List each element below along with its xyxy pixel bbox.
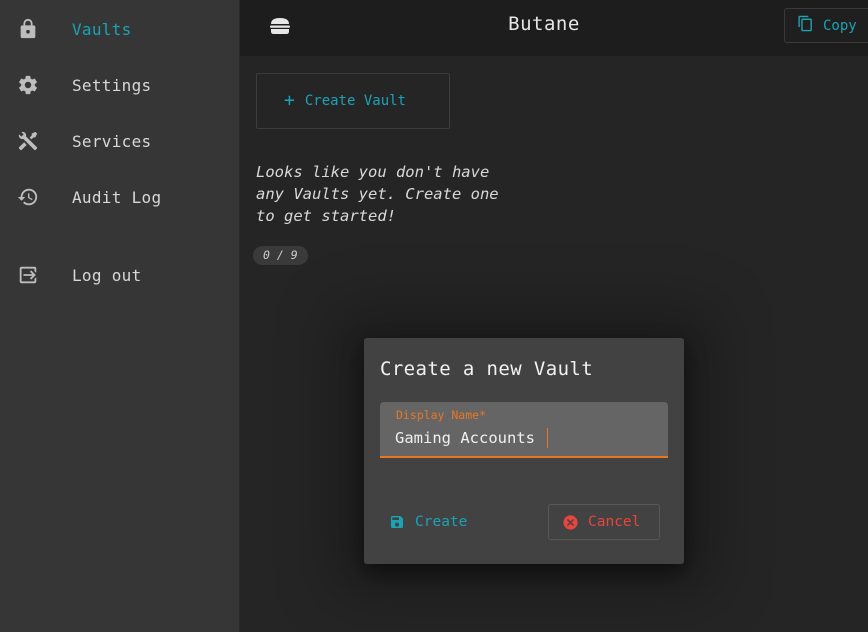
history-icon	[16, 185, 40, 209]
sidebar-item-label: Log out	[72, 265, 142, 285]
empty-state-message: Looks like you don't have any Vaults yet…	[256, 163, 499, 225]
sidebar-item-label: Settings	[72, 75, 152, 95]
lock-icon	[16, 17, 40, 41]
copy-label: Copy	[823, 17, 857, 34]
sidebar-item-vaults[interactable]: Vaults	[0, 1, 239, 57]
tools-icon	[16, 129, 40, 153]
sidebar-item-settings[interactable]: Settings	[0, 57, 239, 113]
vault-count-badge: 0 / 9	[253, 246, 308, 265]
display-name-input[interactable]	[395, 426, 655, 450]
close-circle-icon	[561, 513, 579, 531]
sidebar-item-label: Vaults	[72, 19, 132, 39]
sidebar-item-log-out[interactable]: Log out	[0, 247, 239, 303]
create-vault-label: Create Vault	[304, 93, 406, 109]
copy-button[interactable]: Copy	[784, 8, 868, 43]
dialog-title: Create a new Vault	[380, 358, 594, 380]
create-button[interactable]: Create	[388, 504, 467, 540]
plus-icon: +	[284, 90, 295, 111]
logout-icon	[16, 263, 40, 287]
gear-icon	[16, 73, 40, 97]
sidebar-item-label: Services	[72, 131, 152, 151]
app-title: Butane	[508, 13, 580, 35]
sidebar-item-label: Audit Log	[72, 187, 162, 207]
top-bar: Butane Copy	[240, 0, 868, 56]
cancel-button[interactable]: Cancel	[548, 504, 660, 540]
display-name-field[interactable]: Display Name*	[380, 402, 668, 458]
text-caret	[547, 428, 548, 448]
display-name-label: Display Name*	[396, 408, 487, 422]
create-vault-button[interactable]: + Create Vault	[256, 73, 450, 129]
app-root: Vaults Settings Services Audit Log Log o…	[0, 0, 868, 632]
copy-icon	[797, 14, 814, 37]
create-label: Create	[415, 514, 468, 530]
sidebar: Vaults Settings Services Audit Log Log o…	[0, 0, 240, 632]
create-vault-dialog: Create a new Vault Display Name* Create …	[364, 338, 684, 564]
sidebar-item-audit-log[interactable]: Audit Log	[0, 169, 239, 225]
cancel-label: Cancel	[588, 514, 641, 530]
sidebar-item-services[interactable]: Services	[0, 113, 239, 169]
floppy-disk-icon	[388, 513, 406, 531]
